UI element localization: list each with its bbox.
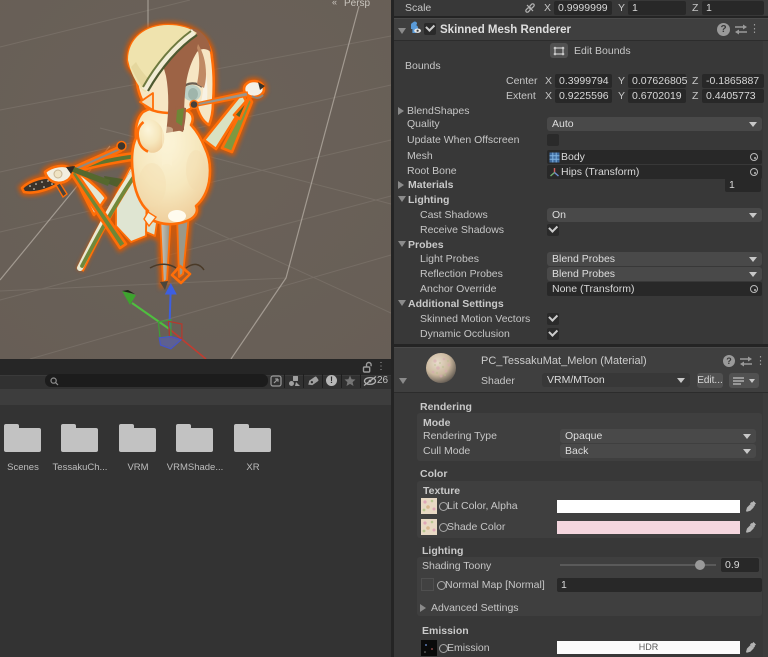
svg-text:Persp: Persp (344, 0, 371, 9)
svg-text:«: « (332, 0, 337, 7)
